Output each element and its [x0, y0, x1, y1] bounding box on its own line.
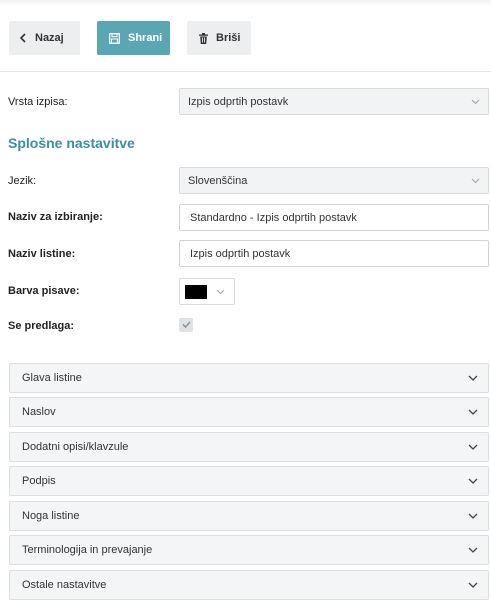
accordion-item-header[interactable]: Glava listine — [9, 363, 489, 393]
accordion-label: Glava listine — [22, 372, 82, 384]
toolbar: Nazaj Shrani Briši — [9, 21, 268, 55]
section-title: Splošne nastavitve — [8, 135, 135, 151]
accordion-label: Noga listine — [22, 510, 80, 522]
chevron-down-icon — [468, 409, 478, 415]
chevron-down-icon — [216, 289, 225, 295]
chevron-down-icon — [468, 582, 478, 588]
document-name-value: Izpis odprtih postavk — [190, 247, 291, 260]
chevron-down-icon — [468, 375, 478, 381]
trash-icon — [199, 32, 208, 44]
chevron-down-icon — [468, 513, 478, 519]
font-color-picker[interactable] — [179, 278, 235, 305]
font-color-label: Barva pisave: — [8, 285, 80, 297]
chevron-down-icon — [468, 444, 478, 450]
color-swatch — [185, 284, 207, 299]
delete-button[interactable]: Briši — [187, 21, 251, 55]
chevron-down-icon — [471, 175, 480, 187]
save-button-label: Shrani — [128, 32, 163, 44]
document-name-input[interactable]: Izpis odprtih postavk — [179, 240, 489, 267]
selection-name-label: Naziv za izbiranje: — [8, 211, 103, 223]
back-button[interactable]: Nazaj — [9, 21, 80, 55]
save-button[interactable]: Shrani — [97, 21, 170, 55]
print-type-value: Izpis odprtih postavk — [188, 95, 289, 108]
print-type-label: Vrsta izpisa: — [8, 96, 68, 108]
selection-name-input[interactable]: Standardno - Izpis odprtih postavk — [179, 204, 489, 231]
language-value: Slovenščina — [188, 174, 248, 187]
check-icon — [181, 319, 191, 331]
accordion-item-signature[interactable]: Podpis — [9, 466, 489, 496]
accordion-label: Dodatni opisi/klavzule — [22, 441, 129, 453]
back-button-label: Nazaj — [35, 32, 64, 44]
accordion-label: Ostale nastavitve — [22, 579, 107, 591]
accordion-label: Podpis — [22, 475, 56, 487]
top-shadow-bar — [0, 0, 491, 6]
delete-button-label: Briši — [216, 32, 241, 44]
accordion-label: Terminologija in prevajanje — [22, 544, 153, 556]
divider — [0, 71, 491, 72]
print-type-select[interactable]: Izpis odprtih postavk — [179, 88, 489, 115]
accordion-item-other-settings[interactable]: Ostale nastavitve — [9, 570, 489, 600]
accordion-item-additional-descriptions[interactable]: Dodatni opisi/klavzule — [9, 432, 489, 462]
document-name-label: Naziv listine: — [8, 248, 76, 260]
chevron-down-icon — [468, 478, 478, 484]
language-label: Jezik: — [8, 175, 37, 187]
language-select[interactable]: Slovenščina — [179, 167, 489, 194]
accordion-label: Naslov — [22, 406, 56, 418]
save-icon — [109, 32, 120, 44]
selection-name-value: Standardno - Izpis odprtih postavk — [190, 211, 357, 224]
accordion-item-footer[interactable]: Noga listine — [9, 501, 489, 531]
proposed-label: Se predlaga: — [8, 320, 75, 332]
accordion-item-terminology[interactable]: Terminologija in prevajanje — [9, 535, 489, 565]
chevron-down-icon — [468, 547, 478, 553]
accordion-item-title[interactable]: Naslov — [9, 397, 489, 427]
chevron-down-icon — [471, 96, 480, 108]
chevron-left-icon — [19, 33, 27, 43]
proposed-checkbox[interactable] — [179, 318, 193, 332]
